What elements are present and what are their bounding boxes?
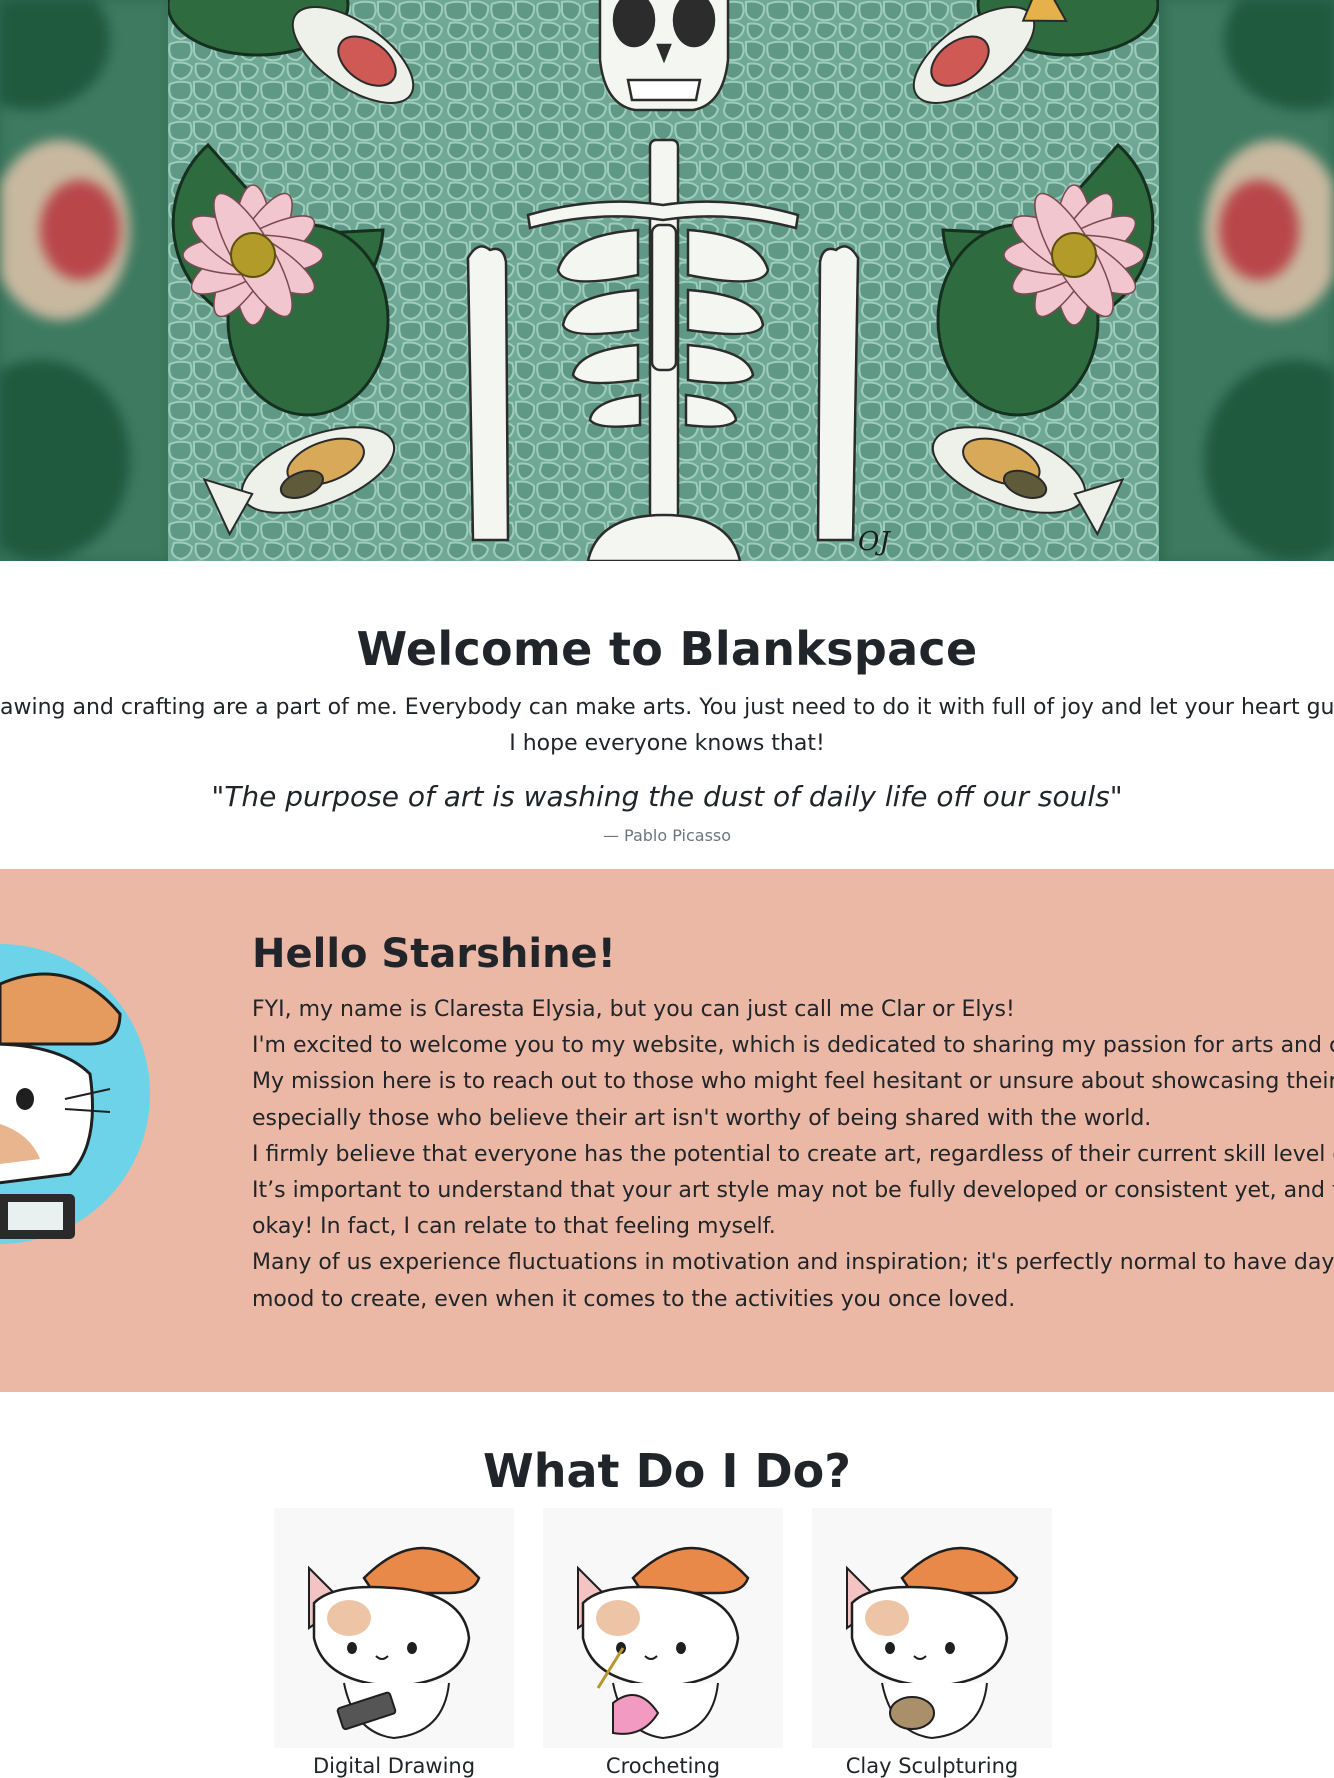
clay-sculpturing-image	[812, 1508, 1052, 1748]
about-avatar	[0, 924, 160, 1244]
card-label: Crocheting	[605, 1754, 721, 1778]
service-card-clay-sculpturing[interactable]: Clay Sculpturing	[812, 1508, 1052, 1778]
hero-blur-left	[0, 0, 170, 561]
hero-blur-right	[1164, 0, 1334, 561]
card-label: Digital Drawing	[312, 1754, 476, 1778]
welcome-text: awing and crafting are a part of me. Eve…	[0, 690, 1334, 762]
about-line: I firmly believe that everyone has the p…	[252, 1141, 1334, 1167]
service-card-crocheting[interactable]: Crocheting	[543, 1508, 783, 1778]
svg-text:OJ: OJ	[858, 527, 891, 557]
about-line: I'm excited to welcome you to my website…	[252, 1033, 1334, 1059]
about-text: FYI, my name is Claresta Elysia, but you…	[252, 992, 1334, 1318]
welcome-text-line-1: awing and crafting are a part of me. Eve…	[0, 695, 1334, 720]
digital-drawing-image	[274, 1508, 514, 1748]
about-line: Many of us experience fluctuations in mo…	[252, 1250, 1334, 1276]
about-line: FYI, my name is Claresta Elysia, but you…	[252, 997, 1015, 1022]
welcome-text-line-2: I hope everyone knows that!	[509, 731, 825, 756]
service-card-digital-drawing[interactable]: Digital Drawing	[274, 1508, 514, 1778]
about-line: especially those who believe their art i…	[252, 1105, 1152, 1131]
hero-artwork: OJ	[168, 0, 1159, 561]
crocheting-image	[543, 1508, 783, 1748]
about-line: okay! In fact, I can relate to that feel…	[252, 1214, 776, 1240]
about-section: Hello Starshine! FYI, my name is Clarest…	[0, 869, 1334, 1392]
about-line: mood to create, even when it comes to th…	[252, 1286, 1016, 1312]
services-title: What Do I Do?	[483, 1444, 851, 1498]
hero-banner: OJ	[0, 0, 1334, 561]
card-label: Clay Sculpturing	[845, 1754, 1019, 1778]
quote: "The purpose of art is washing the dust …	[211, 780, 1123, 813]
about-line: My mission here is to reach out to those…	[252, 1069, 1334, 1095]
about-title: Hello Starshine!	[252, 931, 616, 977]
quote-author: — Pablo Picasso	[602, 826, 732, 845]
about-line: It’s important to understand that your a…	[252, 1178, 1334, 1204]
welcome-title: Welcome to Blankspace	[356, 622, 978, 676]
